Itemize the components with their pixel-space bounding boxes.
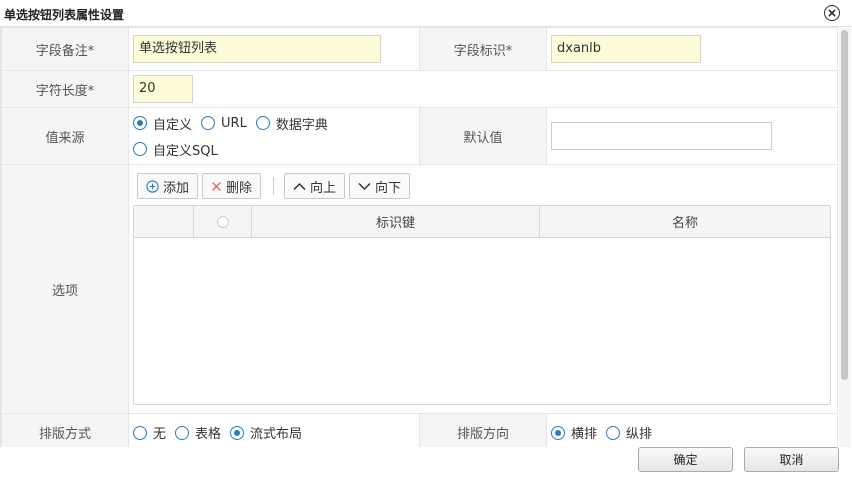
options-toolbar: 添加 删除 向上 向下 (129, 165, 837, 205)
field-ident-input[interactable]: dxanlb (551, 35, 701, 63)
dialog-titlebar: 单选按钮列表属性设置 (0, 0, 852, 27)
field-remark-input[interactable]: 单选按钮列表 (133, 35, 381, 63)
options-grid: 标识键 名称 (133, 205, 831, 405)
cancel-button[interactable]: 取消 (744, 447, 839, 472)
radio-dot-icon (133, 142, 147, 156)
default-value-label: 默认值 (419, 107, 547, 165)
char-length-label: 字符长度* (1, 70, 129, 108)
radio-layout-none[interactable]: 无 (133, 420, 166, 446)
radio-dot-icon (230, 425, 245, 440)
radio-dot-icon (255, 116, 270, 130)
field-remark-label: 字段备注* (1, 27, 129, 71)
radio-dot-icon (175, 425, 190, 440)
x-icon (211, 181, 222, 192)
grid-header-blank (134, 206, 194, 237)
radio-dot-icon (133, 116, 147, 130)
dialog-title: 单选按钮列表属性设置 (4, 8, 125, 22)
dialog-content: 字段备注* 单选按钮列表 字段标识* dxanlb 字符长度* 20 值来源 自… (0, 27, 838, 447)
radio-dot-icon (216, 215, 229, 228)
scrollbar-thumb[interactable] (841, 30, 848, 380)
radio-dot-icon (606, 425, 621, 440)
radio-vertical[interactable]: 纵排 (606, 420, 652, 446)
chevron-down-icon (358, 182, 371, 191)
property-form: 字段备注* 单选按钮列表 字段标识* dxanlb 字符长度* 20 值来源 自… (1, 27, 838, 447)
close-icon (827, 8, 836, 17)
radio-horizontal[interactable]: 横排 (551, 420, 597, 446)
layout-mode-label: 排版方式 (1, 413, 129, 447)
grid-header-select[interactable] (194, 206, 252, 237)
ok-button[interactable]: 确定 (638, 447, 733, 472)
layout-mode-radio-group: 无 表格 流式布局 (133, 420, 419, 446)
field-ident-label: 字段标识* (419, 27, 547, 71)
move-up-button[interactable]: 向上 (284, 173, 346, 199)
radio-layout-table[interactable]: 表格 (175, 420, 221, 446)
options-label: 选项 (1, 164, 129, 414)
toolbar-divider (273, 177, 275, 195)
move-down-button[interactable]: 向下 (349, 173, 411, 199)
value-source-radio-group: 自定义 URL 数据字典 自定义SQL (133, 110, 363, 162)
layout-direction-radio-group: 横排 纵排 (551, 420, 837, 446)
layout-direction-label: 排版方向 (419, 413, 547, 447)
delete-button[interactable]: 删除 (202, 173, 262, 199)
grid-header: 标识键 名称 (134, 206, 830, 238)
grid-header-key: 标识键 (252, 206, 540, 237)
chevron-up-icon (293, 182, 306, 191)
add-button[interactable]: 添加 (137, 173, 199, 199)
default-value-input[interactable] (551, 122, 772, 150)
close-button[interactable] (824, 5, 840, 21)
radio-dictionary[interactable]: 数据字典 (255, 110, 328, 136)
radio-url[interactable]: URL (201, 110, 247, 136)
radio-dot-icon (551, 425, 565, 440)
vertical-scrollbar[interactable] (839, 28, 851, 447)
radio-dot-icon (133, 425, 147, 440)
grid-header-name: 名称 (671, 216, 698, 231)
plus-circle-icon (146, 179, 159, 193)
value-source-label: 值来源 (1, 107, 129, 165)
radio-custom-sql[interactable]: 自定义SQL (133, 136, 218, 162)
radio-custom[interactable]: 自定义 (133, 110, 192, 136)
char-length-input[interactable]: 20 (133, 75, 193, 103)
radio-layout-flow[interactable]: 流式布局 (230, 420, 302, 446)
radio-dot-icon (201, 116, 216, 130)
